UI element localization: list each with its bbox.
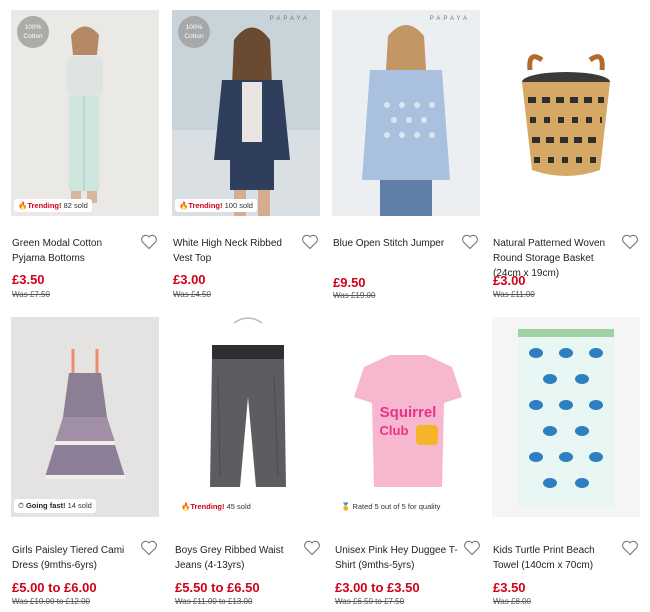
going-fast-badge: ⏱ Going fast! 14 sold — [14, 499, 96, 513]
trending-badge: 🔥Trending! 82 sold — [14, 199, 92, 212]
cotton-tag: 100% Cotton — [178, 16, 210, 48]
product-price: £5.00 to £6.00 — [12, 580, 97, 595]
was-price: Was £7.50 — [12, 290, 50, 299]
heart-icon[interactable] — [140, 234, 158, 250]
product-image[interactable]: 🔥Trending! 45 sold — [174, 317, 322, 517]
product-image[interactable]: 100% Cotton 🔥Trending! 82 sold — [11, 10, 159, 216]
product-name[interactable]: Boys Grey Ribbed Waist Jeans (4-13yrs) — [175, 543, 300, 573]
heart-icon[interactable] — [463, 540, 481, 556]
trending-badge: 🔥Trending! 100 sold — [175, 199, 257, 212]
heart-icon[interactable] — [461, 234, 479, 250]
woman-jumper-illustration — [332, 10, 480, 216]
product-name[interactable]: Green Modal Cotton Pyjama Bottoms — [12, 236, 137, 266]
product-image[interactable]: 100% Cotton PAPAYA 🔥Trending! 100 sold — [172, 10, 320, 216]
product-name[interactable]: Kids Turtle Print Beach Towel (140cm x 7… — [493, 543, 618, 573]
was-price: Was £8.00 — [493, 597, 531, 606]
product-image[interactable] — [492, 10, 640, 216]
pink-tshirt-illustration: Squirrel Club — [334, 317, 482, 517]
was-price: Was £11.00 — [493, 290, 535, 299]
was-price: Was £11.00 to £13.00 — [175, 597, 253, 606]
product-name[interactable]: Unisex Pink Hey Duggee T-Shirt (9mths-5y… — [335, 543, 460, 573]
was-price: Was £6.50 to £7.50 — [335, 597, 405, 606]
was-price: Was £4.50 — [173, 290, 211, 299]
heart-icon[interactable] — [621, 234, 639, 250]
was-price: Was £10.00 to £12.00 — [12, 597, 90, 606]
rating-badge: 🏅 Rated 5 out of 5 for quality — [337, 500, 445, 513]
heart-icon[interactable] — [303, 540, 321, 556]
product-name[interactable]: Girls Paisley Tiered Cami Dress (9mths-6… — [12, 543, 137, 573]
turtle-towel-illustration — [492, 317, 640, 517]
tshirt-print-line1: Squirrel — [380, 404, 437, 421]
product-price: £3.50 — [12, 272, 45, 287]
product-price: £9.50 — [333, 275, 366, 290]
girls-dress-illustration — [11, 317, 159, 517]
cotton-tag: 100% Cotton — [17, 16, 49, 48]
product-name[interactable]: Blue Open Stitch Jumper — [333, 236, 458, 251]
tshirt-print-line2: Club — [380, 423, 409, 438]
trending-badge: 🔥Trending! 45 sold — [177, 500, 255, 513]
heart-icon[interactable] — [301, 234, 319, 250]
product-image[interactable]: ⏱ Going fast! 14 sold — [11, 317, 159, 517]
product-price: £3.00 — [493, 273, 526, 288]
was-price: Was £19.00 — [333, 291, 376, 300]
product-price: £5.50 to £6.50 — [175, 580, 260, 595]
brand-label: PAPAYA — [429, 16, 470, 22]
heart-icon[interactable] — [621, 540, 639, 556]
woven-basket-illustration — [492, 10, 640, 216]
product-image[interactable] — [492, 317, 640, 517]
product-price: £3.00 to £3.50 — [335, 580, 420, 595]
product-price: £3.00 — [173, 272, 206, 287]
heart-icon[interactable] — [140, 540, 158, 556]
boys-jeans-illustration — [174, 317, 322, 517]
brand-label: PAPAYA — [269, 16, 310, 22]
product-image[interactable]: PAPAYA — [332, 10, 480, 216]
product-price: £3.50 — [493, 580, 526, 595]
product-name[interactable]: White High Neck Ribbed Vest Top — [173, 236, 298, 266]
product-image[interactable]: Squirrel Club 🏅 Rated 5 out of 5 for qua… — [334, 317, 482, 517]
